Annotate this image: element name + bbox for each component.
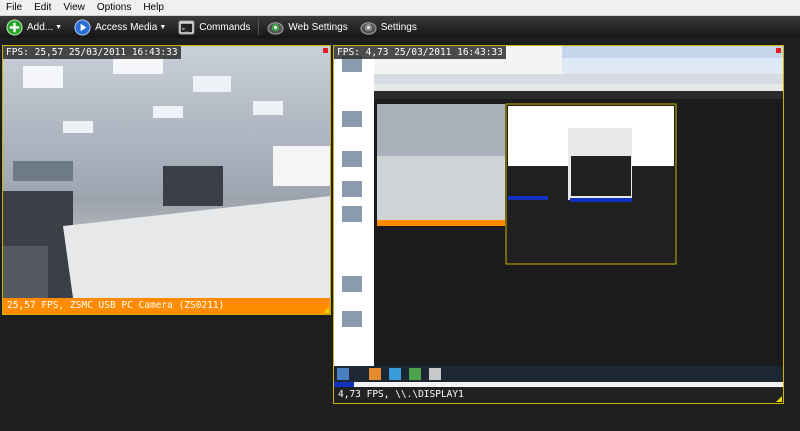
- menu-bar: File Edit View Options Help: [0, 0, 800, 16]
- display-caption: 4,73 FPS, \\.\DISPLAY1: [334, 387, 783, 403]
- settings-icon: [360, 21, 377, 35]
- web-settings-label: Web Settings: [288, 21, 348, 33]
- play-icon: [74, 18, 91, 36]
- menu-file[interactable]: File: [0, 2, 28, 13]
- settings-button[interactable]: Settings: [354, 16, 423, 38]
- web-settings-icon: [267, 21, 284, 35]
- resize-grip-icon[interactable]: [776, 396, 782, 402]
- toolbar-divider: [258, 19, 260, 35]
- web-settings-button[interactable]: Web Settings: [261, 16, 353, 38]
- settings-label: Settings: [380, 21, 417, 33]
- terminal-icon: >_: [178, 19, 195, 35]
- access-media-button[interactable]: Access Media ▼: [68, 16, 172, 38]
- commands-label: Commands: [199, 21, 251, 33]
- chevron-down-icon: ▼: [55, 23, 63, 31]
- menu-options[interactable]: Options: [91, 2, 137, 13]
- webcam-feed-image: [3, 46, 330, 298]
- toolbar: Add... ▼ Access Media ▼ >_ Commands Web …: [0, 16, 800, 38]
- chevron-down-icon: ▼: [159, 23, 167, 31]
- close-icon[interactable]: [323, 48, 328, 53]
- webcam-fps-overlay: FPS: 25,57 25/03/2011 16:43:33: [3, 46, 181, 59]
- webcam-panel[interactable]: FPS: 25,57 25/03/2011 16:43:33 25,57 FPS…: [2, 45, 331, 315]
- commands-button[interactable]: >_ Commands: [172, 16, 256, 38]
- svg-text:>_: >_: [182, 26, 189, 32]
- add-button[interactable]: Add... ▼: [0, 16, 68, 38]
- close-icon[interactable]: [776, 48, 781, 53]
- menu-edit[interactable]: Edit: [28, 2, 57, 13]
- add-button-label: Add...: [27, 21, 54, 33]
- webcam-caption: 25,57 FPS, ZSMC USB PC Camera (ZS0211): [3, 298, 330, 314]
- access-media-label: Access Media: [95, 21, 158, 33]
- desktop-capture-image: [334, 46, 783, 387]
- menu-help[interactable]: Help: [137, 2, 170, 13]
- display-panel[interactable]: FPS: 4,73 25/03/2011 16:43:33 4,73 FPS, …: [333, 45, 784, 404]
- menu-view[interactable]: View: [57, 2, 91, 13]
- display-fps-overlay: FPS: 4,73 25/03/2011 16:43:33: [334, 46, 506, 59]
- resize-grip-icon[interactable]: [323, 307, 329, 313]
- plus-icon: [6, 18, 23, 36]
